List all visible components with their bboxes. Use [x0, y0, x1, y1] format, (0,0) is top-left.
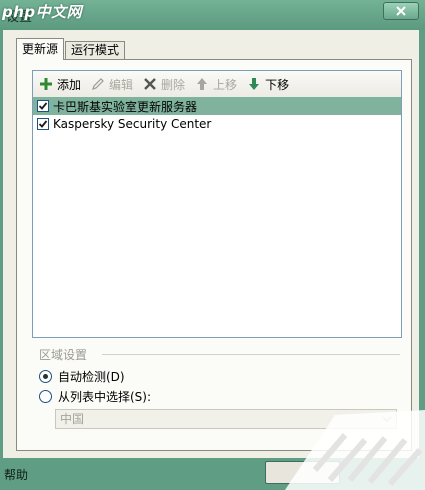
source-toolbar: 添加 编辑 删除 上移 下移	[33, 71, 401, 97]
auto-detect-radio[interactable]: 自动检测(D)	[39, 368, 125, 385]
tab-panel: 添加 编辑 删除 上移 下移 卡巴斯基实验室更新服务器 Kaspersky Se…	[16, 59, 412, 451]
tab-strip: 更新源 运行模式	[16, 38, 126, 60]
region-select-value: 中国	[60, 412, 85, 426]
arrow-down-icon	[249, 78, 260, 90]
plus-icon	[40, 78, 52, 90]
watermark-overlay	[285, 410, 425, 490]
arrow-up-icon	[197, 78, 208, 90]
add-label: 添加	[57, 77, 82, 92]
check-icon	[38, 120, 48, 128]
source-list: 添加 编辑 删除 上移 下移 卡巴斯基实验室更新服务器 Kaspersky Se…	[32, 70, 402, 338]
title-bar: 设置 php中文网	[0, 0, 425, 30]
add-button[interactable]: 添加	[39, 76, 81, 93]
source-checkbox[interactable]	[37, 100, 49, 112]
list-item[interactable]: 卡巴斯基实验室更新服务器	[33, 97, 401, 115]
source-label: Kaspersky Security Center	[53, 117, 212, 131]
close-icon	[396, 6, 406, 16]
close-button[interactable]	[383, 2, 419, 20]
move-down-button[interactable]: 下移	[247, 76, 289, 93]
auto-detect-label: 自动检测(D)	[58, 370, 125, 384]
radio-button[interactable]	[39, 390, 52, 403]
group-divider	[102, 354, 400, 355]
source-label: 卡巴斯基实验室更新服务器	[53, 99, 198, 114]
select-from-list-radio[interactable]: 从列表中选择(S):	[39, 388, 151, 405]
watermark-logo: php中文网	[2, 3, 83, 21]
tab-update-source[interactable]: 更新源	[16, 38, 65, 60]
radio-button-checked[interactable]	[39, 370, 52, 383]
delete-button[interactable]: 删除	[143, 76, 185, 93]
edit-label: 编辑	[109, 77, 134, 92]
list-item[interactable]: Kaspersky Security Center	[33, 115, 401, 133]
source-checkbox[interactable]	[37, 118, 49, 130]
tab-run-mode[interactable]: 运行模式	[65, 41, 126, 60]
help-link[interactable]: 帮助	[4, 466, 28, 483]
edit-button[interactable]: 编辑	[91, 76, 133, 93]
dialog-client: 更新源 运行模式 添加 编辑 删除 上移 下移 卡巴斯基实验室更新服务器 Kas…	[3, 30, 419, 458]
move-down-label: 下移	[265, 77, 290, 92]
delete-label: 删除	[161, 77, 186, 92]
check-icon	[38, 102, 48, 110]
select-from-list-label: 从列表中选择(S):	[58, 390, 152, 404]
region-group-title: 区域设置	[39, 346, 92, 363]
pencil-icon	[92, 78, 104, 90]
move-up-label: 上移	[213, 77, 238, 92]
delete-x-icon	[144, 78, 156, 90]
move-up-button[interactable]: 上移	[195, 76, 237, 93]
